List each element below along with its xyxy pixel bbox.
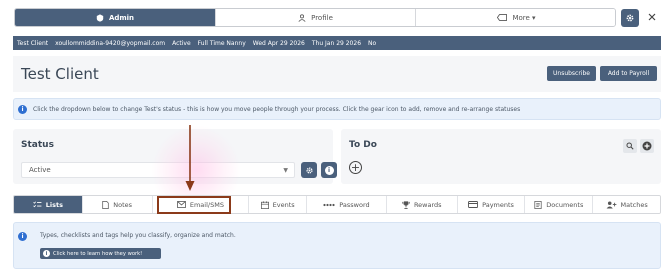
- page-title: Test Client: [21, 65, 99, 83]
- tab-more-label: More ▾: [512, 13, 536, 22]
- card-icon: [468, 201, 479, 208]
- status-notice: i Click the dropdown below to change Tes…: [13, 98, 661, 120]
- status-settings-button[interactable]: [301, 162, 317, 178]
- calendar-icon: [260, 200, 269, 209]
- trophy-icon: [402, 200, 410, 209]
- gear-icon: [626, 14, 634, 22]
- gear-icon: [305, 166, 313, 174]
- unsubscribe-button[interactable]: Unsubscribe: [547, 66, 596, 81]
- tab-admin-label: Admin: [108, 13, 135, 22]
- tab-password-label: Password: [339, 200, 370, 209]
- plus-circle-icon: [642, 141, 652, 151]
- users-plus-icon: [606, 200, 616, 209]
- todo-panel: To Do +: [341, 129, 661, 184]
- tab-more[interactable]: More ▾: [416, 9, 615, 26]
- client-date-1: Wed Apr 29 2026: [252, 39, 305, 47]
- tab-events-label: Events: [272, 200, 295, 209]
- lists-panel-text: Types, checklists and tags help you clas…: [40, 232, 236, 239]
- status-info-button[interactable]: i: [321, 162, 337, 178]
- tab-rewards[interactable]: Rewards: [386, 196, 458, 213]
- tab-payments-label: Payments: [482, 200, 514, 209]
- client-date-2: Thu Jan 29 2026: [311, 39, 362, 47]
- info-icon: i: [18, 232, 27, 241]
- tab-lists-label: Lists: [45, 200, 63, 209]
- tab-email-sms-label: Email/SMS: [189, 200, 224, 209]
- lists-panel: i Types, checklists and tags help you cl…: [13, 222, 661, 269]
- tag-icon: [497, 14, 508, 21]
- close-icon: [648, 13, 656, 21]
- document-icon: [534, 200, 542, 209]
- client-name: Test Client: [17, 39, 49, 47]
- tab-password[interactable]: Password: [307, 196, 387, 213]
- client-flag: No: [368, 39, 377, 47]
- settings-button[interactable]: [621, 9, 639, 27]
- tab-rewards-label: Rewards: [413, 200, 442, 209]
- client-job-type: Full Time Nanny: [197, 39, 246, 47]
- info-icon: i: [43, 250, 50, 257]
- tab-notes-label: Notes: [113, 200, 133, 209]
- tab-matches[interactable]: Matches: [593, 196, 660, 213]
- status-dropdown[interactable]: Active ▼: [21, 162, 295, 178]
- tab-matches-label: Matches: [620, 200, 648, 209]
- tab-email-sms[interactable]: Email/SMS: [152, 196, 250, 213]
- tab-documents-label: Documents: [546, 200, 584, 209]
- status-notice-text: Click the dropdown below to change Test'…: [33, 105, 521, 113]
- status-title: Status: [21, 140, 54, 150]
- tab-events[interactable]: Events: [249, 196, 308, 213]
- client-info-bar: Test Client xoullommiddina-9420@yopmail.…: [13, 36, 661, 50]
- add-to-payroll-button[interactable]: Add to Payroll: [600, 66, 657, 81]
- tab-profile-label: Profile: [311, 13, 333, 22]
- status-selected-value: Active: [29, 166, 51, 174]
- checklist-icon: [33, 201, 42, 208]
- note-icon: [102, 200, 109, 209]
- user-icon: [298, 13, 306, 22]
- top-nav: Admin Profile More ▾: [14, 8, 616, 27]
- tab-profile[interactable]: Profile: [216, 9, 416, 26]
- info-icon: i: [18, 104, 27, 114]
- client-status: Active: [172, 39, 191, 47]
- password-icon: [323, 203, 335, 206]
- tab-payments[interactable]: Payments: [457, 196, 526, 213]
- client-email: xoullommiddina-9420@yopmail.com: [55, 39, 166, 47]
- status-panel: Status Active ▼ i: [13, 129, 337, 184]
- chevron-down-icon: ▼: [283, 167, 288, 174]
- learn-how-button[interactable]: i Click here to learn how they work!: [40, 248, 161, 259]
- tab-admin[interactable]: Admin: [15, 9, 216, 26]
- tab-documents[interactable]: Documents: [525, 196, 594, 213]
- badge-icon: [96, 13, 104, 22]
- tab-notes[interactable]: Notes: [82, 196, 153, 213]
- todo-search-button[interactable]: [623, 139, 637, 153]
- page-header: Test Client Unsubscribe Add to Payroll: [13, 56, 661, 92]
- learn-how-label: Click here to learn how they work!: [53, 250, 143, 257]
- envelope-icon: [177, 201, 186, 208]
- search-icon: [626, 142, 634, 150]
- todo-add-button[interactable]: [640, 139, 654, 153]
- tab-lists[interactable]: Lists: [14, 196, 83, 213]
- add-todo-icon[interactable]: +: [349, 161, 362, 174]
- info-icon: i: [324, 165, 334, 175]
- todo-title: To Do: [349, 140, 377, 150]
- sub-tabs: Lists Notes Email/SMS Events Password Re…: [13, 195, 661, 214]
- close-button[interactable]: [645, 10, 659, 24]
